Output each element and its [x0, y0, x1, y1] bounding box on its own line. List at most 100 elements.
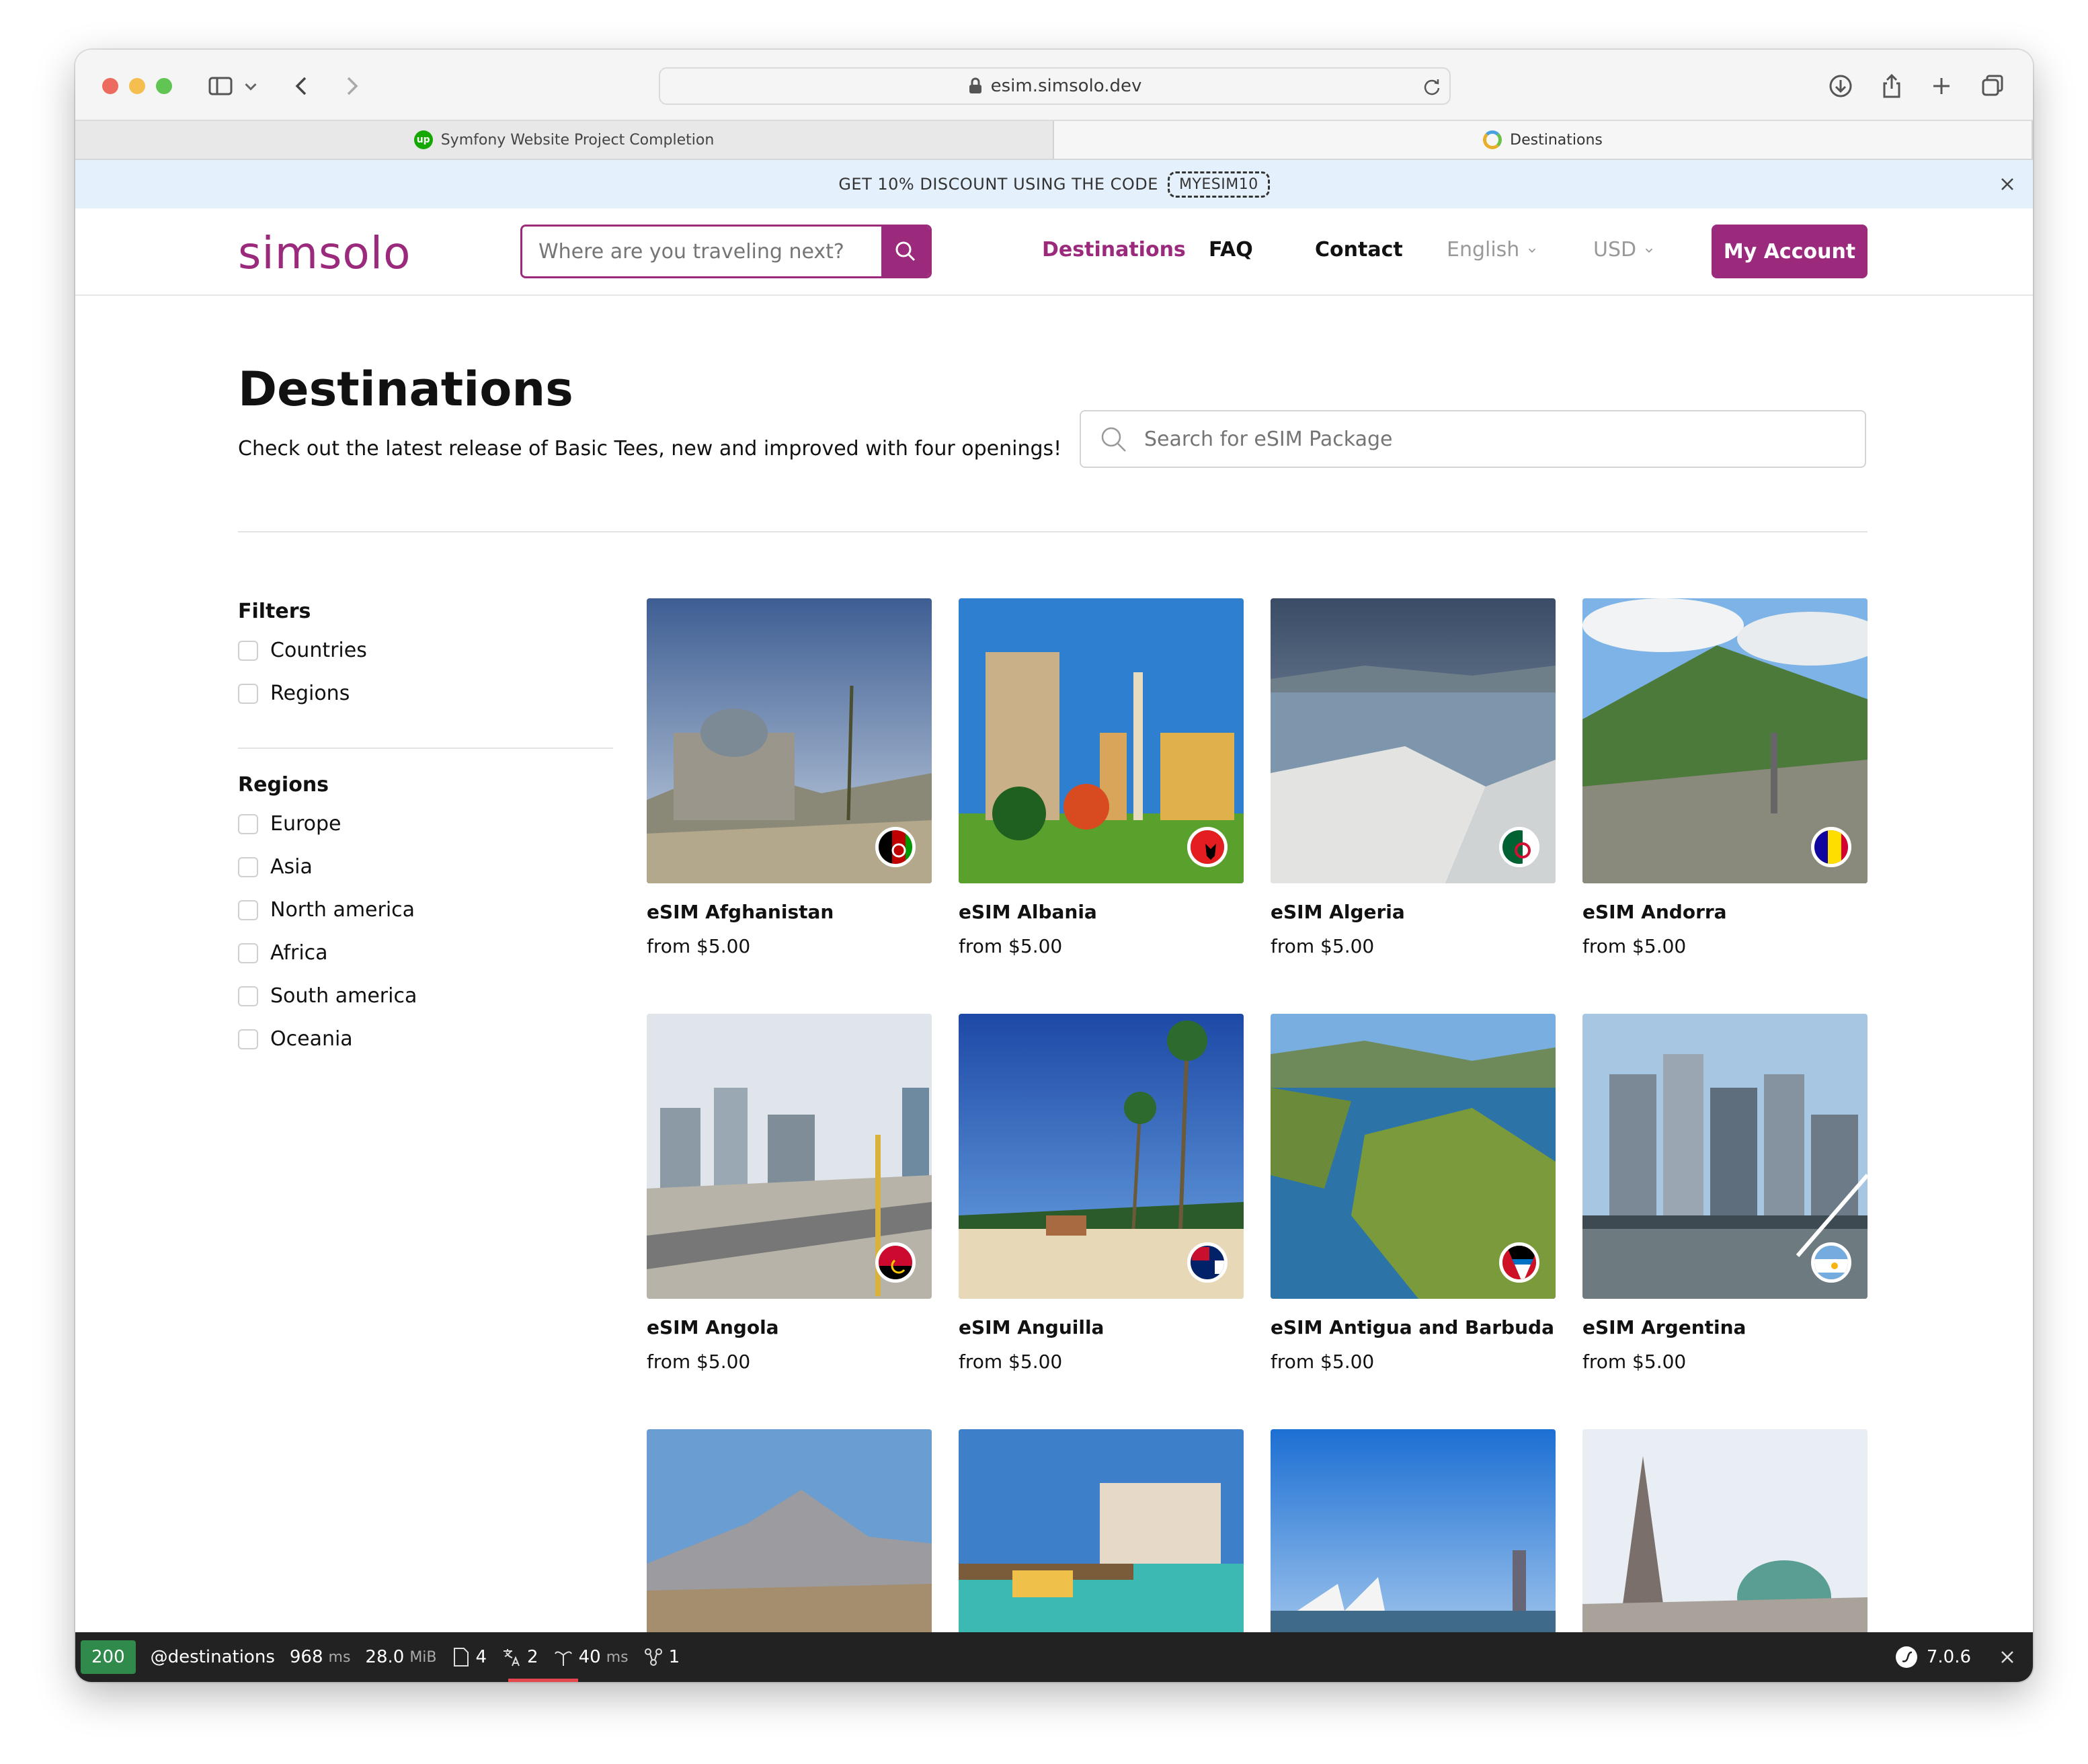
twig-icon: [554, 1651, 572, 1666]
destination-name[interactable]: eSIM Andorra: [1582, 901, 1868, 923]
checkbox[interactable]: [238, 683, 258, 704]
filter-countries[interactable]: Countries: [238, 639, 367, 662]
checkbox[interactable]: [238, 856, 258, 877]
close-window-button[interactable]: [102, 78, 118, 94]
sidebar-toggle-icon[interactable]: [203, 69, 238, 104]
tab-overview-icon[interactable]: [1975, 69, 2010, 104]
region-europe[interactable]: Europe: [238, 812, 342, 836]
chevron-down-icon[interactable]: [241, 69, 261, 104]
forward-icon[interactable]: [333, 69, 368, 104]
promo-banner: GET 10% DISCOUNT USING THE CODE MYESIM10: [75, 160, 2033, 208]
events-count[interactable]: 1: [643, 1647, 680, 1667]
route-name[interactable]: @destinations: [151, 1647, 275, 1667]
new-tab-icon[interactable]: [1924, 69, 1959, 104]
destination-price: from $5.00: [647, 1351, 751, 1373]
destination-card-antigua-and-barbuda[interactable]: eSIM Antigua and Barbuda from $5.00: [1271, 1014, 1556, 1373]
destination-name[interactable]: eSIM Afghanistan: [647, 901, 932, 923]
reload-icon[interactable]: [1421, 77, 1443, 98]
region-africa[interactable]: Africa: [238, 941, 328, 965]
twig-time[interactable]: 40 ms: [553, 1647, 629, 1667]
region-oceania[interactable]: Oceania: [238, 1027, 353, 1051]
checkbox[interactable]: [238, 1029, 258, 1049]
lock-icon: [969, 77, 981, 93]
destination-card-anguilla[interactable]: eSIM Anguilla from $5.00: [959, 1014, 1244, 1373]
flag-anguilla-icon: [1187, 1242, 1228, 1283]
destination-name[interactable]: eSIM Albania: [959, 901, 1244, 923]
minimize-window-button[interactable]: [129, 78, 145, 94]
destination-price: from $5.00: [1582, 935, 1687, 957]
destination-card-albania[interactable]: eSIM Albania from $5.00: [959, 598, 1244, 957]
status-badge[interactable]: 200: [81, 1640, 136, 1674]
package-search-input[interactable]: [1144, 427, 1749, 451]
symfony-version[interactable]: 7.0.6: [1894, 1645, 1971, 1669]
route-label: @destinations: [150, 1647, 275, 1667]
destination-image: [1271, 598, 1556, 883]
destination-name[interactable]: eSIM Angola: [647, 1316, 932, 1338]
region-label: North america: [270, 898, 415, 922]
promo-code[interactable]: MYESIM10: [1167, 171, 1270, 198]
destination-name[interactable]: eSIM Anguilla: [959, 1316, 1244, 1338]
destination-card-andorra[interactable]: eSIM Andorra from $5.00: [1582, 598, 1868, 957]
twig-unit: ms: [606, 1648, 629, 1666]
region-label: South america: [270, 984, 417, 1008]
destination-name[interactable]: eSIM Algeria: [1271, 901, 1556, 923]
destination-card-partial[interactable]: [1582, 1429, 1868, 1632]
browser-titlebar: esim.simsolo.dev: [75, 50, 2033, 121]
destination-image: [1271, 1014, 1556, 1299]
checkbox[interactable]: [238, 899, 258, 920]
checkbox[interactable]: [238, 986, 258, 1006]
checkbox[interactable]: [238, 943, 258, 963]
checkbox[interactable]: [238, 640, 258, 661]
my-account-button[interactable]: My Account: [1712, 225, 1868, 278]
destination-card-partial[interactable]: [959, 1429, 1244, 1632]
logo-text: simsolo: [238, 227, 411, 279]
memory-unit: MiB: [409, 1648, 437, 1666]
flag-afghanistan-icon: [875, 827, 916, 867]
tab-bar: up Symfony Website Project Completion De…: [75, 121, 2033, 160]
tab-destinations[interactable]: Destinations: [1054, 121, 2033, 159]
symfony-logo-icon: [1895, 1646, 1917, 1668]
destination-card-partial[interactable]: [1271, 1429, 1556, 1632]
tab-symfony-project[interactable]: up Symfony Website Project Completion: [75, 121, 1054, 159]
back-icon[interactable]: [285, 69, 320, 104]
destination-search-input[interactable]: [522, 227, 881, 276]
checkbox[interactable]: [238, 813, 258, 834]
language-select[interactable]: English: [1447, 238, 1538, 262]
time-value: 968: [289, 1647, 323, 1667]
language-value: English: [1447, 238, 1520, 262]
zoom-window-button[interactable]: [156, 78, 172, 94]
region-south-america[interactable]: South america: [238, 984, 417, 1008]
destination-card-afghanistan[interactable]: eSIM Afghanistan from $5.00: [647, 598, 932, 957]
search-icon: [895, 241, 916, 262]
address-bar[interactable]: esim.simsolo.dev: [659, 67, 1451, 105]
nav-contact[interactable]: Contact: [1315, 238, 1403, 262]
search-button[interactable]: [881, 227, 930, 276]
site-logo[interactable]: simsolo: [238, 227, 411, 279]
destination-image: [959, 598, 1244, 883]
destination-image: [1582, 1014, 1868, 1299]
share-icon[interactable]: [1874, 69, 1909, 104]
close-icon[interactable]: [1998, 1648, 2017, 1667]
destination-name[interactable]: eSIM Argentina: [1582, 1316, 1868, 1338]
destination-image: [647, 598, 932, 883]
destination-card-partial[interactable]: [647, 1429, 932, 1632]
site-header: simsolo Destinations FAQ Contact English…: [75, 208, 2033, 296]
region-north-america[interactable]: North america: [238, 898, 415, 922]
region-asia[interactable]: Asia: [238, 855, 313, 879]
destination-card-angola[interactable]: eSIM Angola from $5.00: [647, 1014, 932, 1373]
files-count[interactable]: 4: [452, 1647, 487, 1667]
close-icon[interactable]: [1997, 173, 2018, 195]
filter-regions[interactable]: Regions: [238, 682, 350, 705]
request-time[interactable]: 968 ms: [290, 1647, 351, 1667]
memory-usage[interactable]: 28.0 MiB: [365, 1647, 436, 1667]
download-icon[interactable]: [1823, 69, 1858, 104]
translations-count[interactable]: 2: [501, 1647, 538, 1667]
nav-faq[interactable]: FAQ: [1209, 238, 1253, 262]
destination-card-algeria[interactable]: eSIM Algeria from $5.00: [1271, 598, 1556, 957]
destination-card-argentina[interactable]: eSIM Argentina from $5.00: [1582, 1014, 1868, 1373]
currency-select[interactable]: USD: [1593, 238, 1655, 262]
flag-antigua-icon: [1499, 1242, 1539, 1283]
destination-name[interactable]: eSIM Antigua and Barbuda: [1271, 1316, 1556, 1338]
events-value: 1: [668, 1647, 680, 1667]
nav-destinations[interactable]: Destinations: [1042, 238, 1186, 262]
